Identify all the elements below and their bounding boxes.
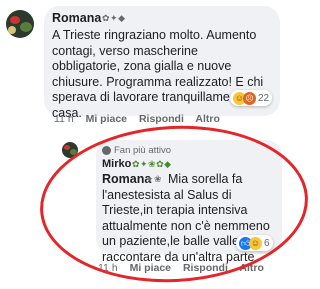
comment-author[interactable]: Mirko [102,158,131,170]
avatar[interactable] [62,142,78,158]
more-button[interactable]: Altro [239,262,264,274]
author-emoji-decoration: ✿ ✦ ◆ [102,13,125,23]
author-emoji-decoration: ✿ ✦ ❀ ✿ ◆ [132,159,171,169]
reply-button[interactable]: Rispondi [183,262,228,274]
reaction-count: 6 [264,237,270,249]
top-fan-badge: Fan più attivo [102,145,171,156]
badge-icon [102,146,111,155]
reaction-count: 22 [258,92,270,104]
comment-author[interactable]: Romana [52,11,101,25]
angry-reaction-icon: ☹ [243,91,256,105]
comment-text: Mia sorella fa l'anestesista al Salus di… [102,172,270,264]
haha-reaction-icon: ☺ [249,236,262,250]
more-button[interactable]: Altro [195,113,220,125]
comment-actions: 11 h Mi piace Rispondi Altro [98,262,273,274]
comment-actions: 11 h Mi piace Rispondi Altro [54,113,229,125]
like-button[interactable]: Mi piace [130,262,171,274]
reactions-summary[interactable]: ☺ ☹ 22 [230,90,273,106]
comment-text: A Trieste ringraziano molto. Aumento con… [52,28,264,120]
like-button[interactable]: Mi piace [86,113,127,125]
comment-time[interactable]: 11 h [54,113,74,125]
reply-button[interactable]: Rispondi [139,113,184,125]
comment-time[interactable]: 11 h [98,262,118,274]
reactions-summary[interactable]: 👍︎ ☺ 6 [236,235,273,251]
avatar[interactable] [6,10,34,38]
